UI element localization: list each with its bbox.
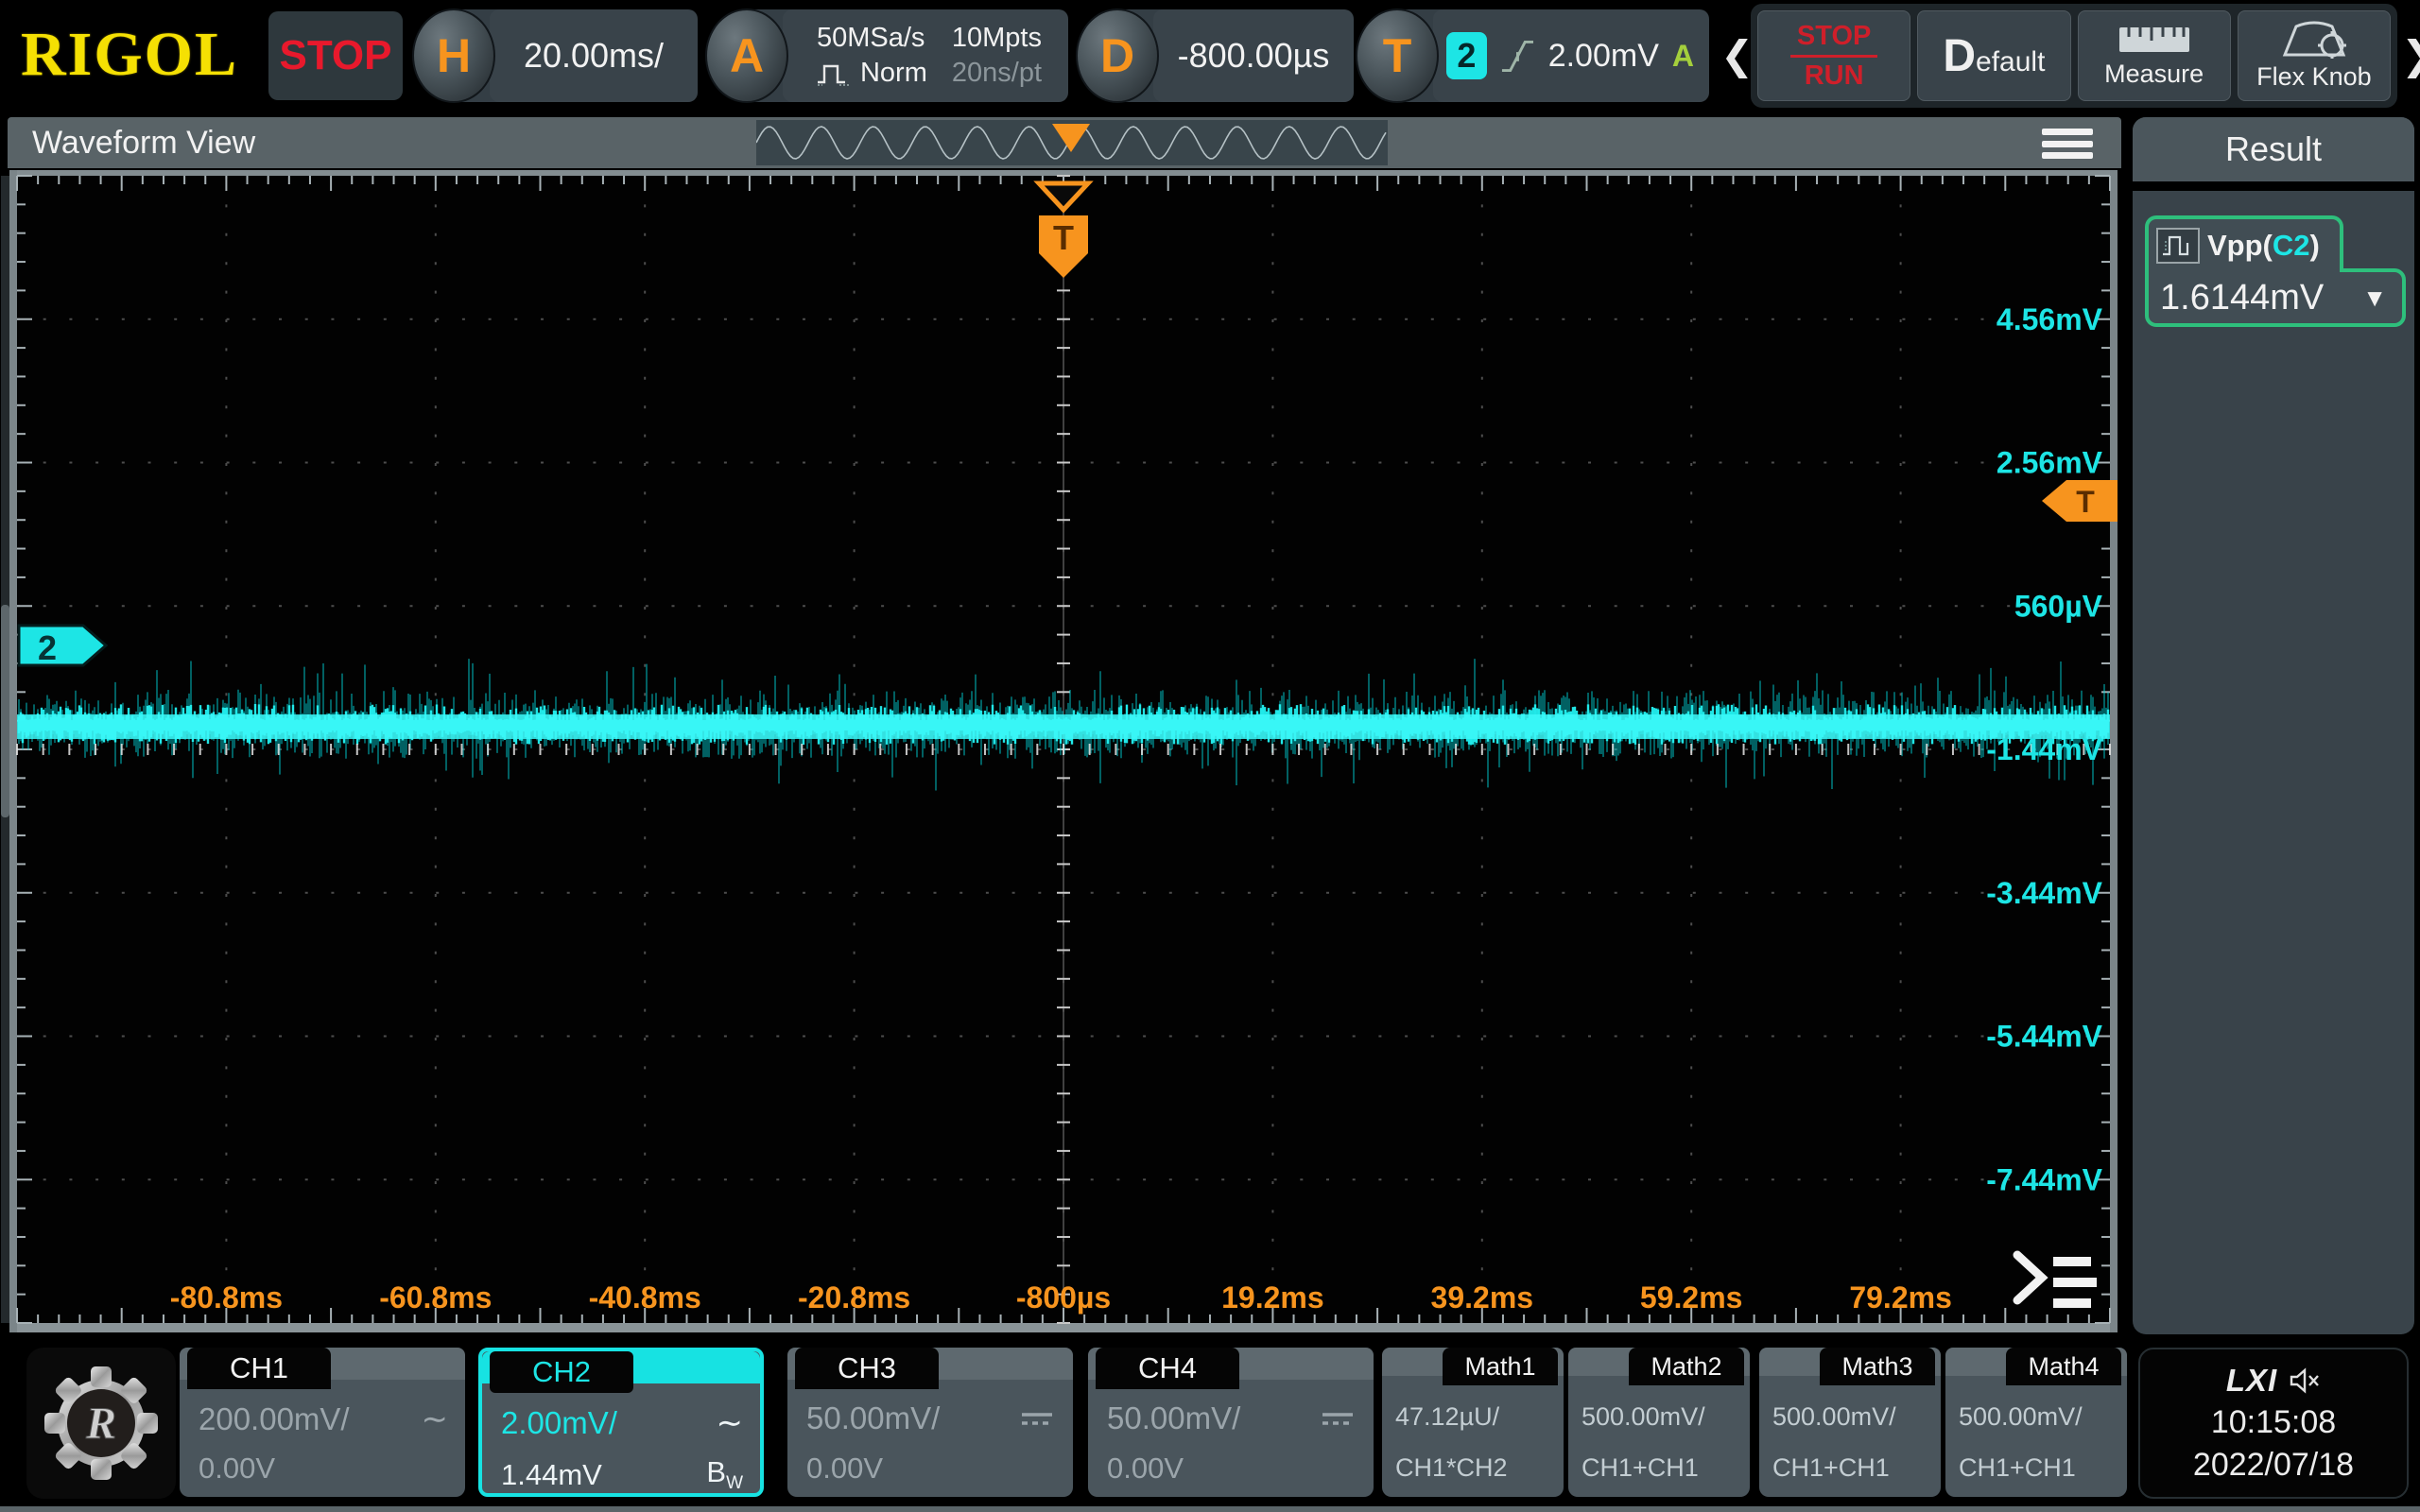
- math-card-math3[interactable]: Math3 500.00mV/ CH1+CH1: [1759, 1348, 1941, 1497]
- x-axis-label: -20.8ms: [798, 1280, 910, 1314]
- x-axis-label: -40.8ms: [589, 1280, 701, 1314]
- channel-card-ch3[interactable]: CH3 50.00mV/ 0.00V: [787, 1348, 1073, 1497]
- result-panel: Result Vpp(C2) 1.6144mV ▼: [2133, 117, 2414, 1334]
- measurement-card-tab: Vpp(C2): [2145, 215, 2343, 272]
- x-axis-label: 79.2ms: [1849, 1280, 1952, 1314]
- rigol-gear-icon: R: [42, 1364, 161, 1483]
- bandwidth-limit-badge: BW: [706, 1455, 743, 1494]
- ch3-scale: 50.00mV/: [806, 1400, 940, 1436]
- math1-scale: 47.12µU/: [1395, 1402, 1499, 1432]
- math4-tab[interactable]: Math4: [2006, 1348, 2121, 1385]
- svg-text:R: R: [85, 1399, 116, 1449]
- ch2-scale: 2.00mV/: [501, 1405, 617, 1441]
- speaker-muted-icon[interactable]: [2289, 1366, 2321, 1395]
- measurement-close-paren: ): [2310, 229, 2320, 262]
- ch1-tab[interactable]: CH1: [187, 1348, 331, 1389]
- measurement-card-vpp[interactable]: Vpp(C2) 1.6144mV ▼: [2145, 215, 2406, 329]
- x-axis-label: -60.8ms: [379, 1280, 492, 1314]
- measurement-func: Vpp(: [2207, 229, 2273, 262]
- measurement-waveform-icon: [2156, 228, 2200, 264]
- status-tile[interactable]: LXI 10:15:08 2022/07/18: [2138, 1348, 2409, 1499]
- svg-text:2: 2: [38, 628, 57, 667]
- ch3-offset: 0.00V: [806, 1452, 883, 1486]
- x-axis-labels: -80.8ms -60.8ms -40.8ms -20.8ms -800µs 19.2ms…: [170, 1280, 1952, 1314]
- ch2-offset: 1.44mV: [501, 1458, 602, 1492]
- math4-scale: 500.00mV/: [1959, 1402, 2083, 1432]
- clock-time: 10:15:08: [2211, 1404, 2336, 1441]
- math3-expr: CH1+CH1: [1772, 1453, 1890, 1483]
- waveform-plot[interactable]: -80.8ms -60.8ms -40.8ms -20.8ms -800µs 19.2ms…: [0, 0, 2420, 1512]
- oscilloscope-screen: RIGOL STOP 20.00ms/ H 50MSa/s 10Mpts: [0, 0, 2420, 1512]
- dropdown-caret-icon[interactable]: ▼: [2362, 284, 2387, 313]
- ch3-tab[interactable]: CH3: [795, 1348, 939, 1389]
- system-gear-button[interactable]: R: [26, 1348, 176, 1499]
- x-axis-label: 59.2ms: [1640, 1280, 1743, 1314]
- y-axis-label: -7.44mV: [1986, 1162, 2102, 1196]
- ch4-offset: 0.00V: [1107, 1452, 1184, 1486]
- y-axis-label: -3.44mV: [1986, 876, 2102, 910]
- math-card-math1[interactable]: Math1 47.12µU/ CH1*CH2: [1382, 1348, 1564, 1497]
- ch1-scale: 200.00mV/: [199, 1401, 350, 1437]
- result-panel-title: Result: [2133, 117, 2414, 191]
- channel-card-ch1[interactable]: CH1 200.00mV/ ∼ 0.00V: [180, 1348, 465, 1497]
- x-axis-label: 19.2ms: [1221, 1280, 1324, 1314]
- math-card-math2[interactable]: Math2 500.00mV/ CH1+CH1: [1568, 1348, 1750, 1497]
- dc-coupling-icon: [1018, 1408, 1056, 1429]
- math3-tab[interactable]: Math3: [1820, 1348, 1935, 1385]
- y-axis-label: -5.44mV: [1986, 1020, 2102, 1054]
- bottom-bar: R CH1 200.00mV/ ∼ 0.00V CH2 2.00mV/ ∼ 1.44…: [0, 1340, 2420, 1508]
- svg-text:T: T: [2076, 485, 2095, 519]
- math2-tab[interactable]: Math2: [1629, 1348, 1744, 1385]
- math1-expr: CH1*CH2: [1395, 1453, 1508, 1483]
- math4-expr: CH1+CH1: [1959, 1453, 2076, 1483]
- dc-coupling-icon: [1319, 1408, 1357, 1429]
- ch1-offset: 0.00V: [199, 1452, 275, 1486]
- channel-card-ch4[interactable]: CH4 50.00mV/ 0.00V: [1088, 1348, 1374, 1497]
- bottom-edge-strip: [0, 1506, 2420, 1512]
- measurement-value-row[interactable]: 1.6144mV ▼: [2145, 268, 2406, 327]
- math-card-math4[interactable]: Math4 500.00mV/ CH1+CH1: [1945, 1348, 2127, 1497]
- y-axis-label: 560µV: [2014, 589, 2103, 623]
- ac-coupling-icon: ∼: [717, 1404, 744, 1442]
- x-axis-label: 39.2ms: [1431, 1280, 1534, 1314]
- svg-text:T: T: [1053, 218, 1074, 257]
- measurement-value: 1.6144mV: [2160, 278, 2324, 318]
- lxi-logo: LXI: [2226, 1363, 2277, 1399]
- ac-coupling-icon: ∼: [422, 1400, 449, 1438]
- y-axis-label: 2.56mV: [1996, 446, 2103, 480]
- ch4-tab[interactable]: CH4: [1096, 1348, 1239, 1389]
- card-tab-join: [2149, 268, 2340, 276]
- left-scrollbar-thumb[interactable]: [1, 605, 9, 817]
- math2-scale: 500.00mV/: [1582, 1402, 1705, 1432]
- math2-expr: CH1+CH1: [1582, 1453, 1699, 1483]
- channel-card-ch2[interactable]: CH2 2.00mV/ ∼ 1.44mV BW: [478, 1348, 764, 1497]
- x-axis-label: -80.8ms: [170, 1280, 283, 1314]
- measurement-channel: C2: [2273, 229, 2310, 262]
- clock-date: 2022/07/18: [2193, 1447, 2354, 1484]
- ch2-tab[interactable]: CH2: [490, 1351, 633, 1393]
- y-axis-label: 4.56mV: [1996, 302, 2103, 336]
- ch4-scale: 50.00mV/: [1107, 1400, 1240, 1436]
- x-axis-label: -800µs: [1016, 1280, 1111, 1314]
- math3-scale: 500.00mV/: [1772, 1402, 1896, 1432]
- y-axis-label: -1.44mV: [1986, 732, 2102, 766]
- math1-tab[interactable]: Math1: [1443, 1348, 1558, 1385]
